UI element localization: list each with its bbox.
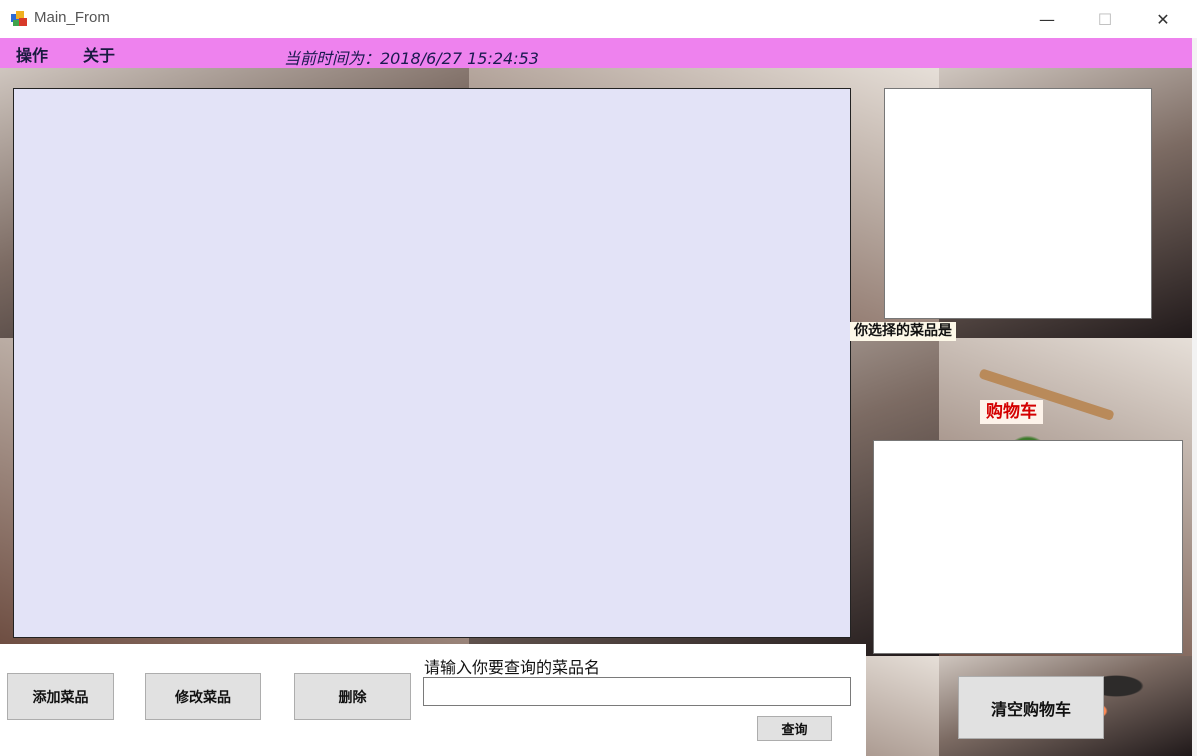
search-input[interactable] [423, 677, 851, 706]
menu-item-operate[interactable]: 操作 [16, 42, 48, 66]
app-window-icon [11, 11, 27, 26]
menu-bar: 操作 关于 当前时间为：2018/6/27 15:24:53 [0, 38, 1192, 68]
delete-dish-button[interactable]: 删除 [294, 673, 411, 720]
selected-dish-image-box [884, 88, 1152, 319]
edit-dish-button[interactable]: 修改菜品 [145, 673, 261, 720]
title-bar: Main_From — ☐ ✕ [0, 0, 1197, 38]
selected-dish-label: 你选择的菜品是 [850, 322, 956, 341]
minimize-icon: — [1039, 9, 1055, 29]
current-time-label: 当前时间为：2018/6/27 15:24:53 [284, 49, 539, 68]
maximize-button[interactable]: ☐ [1076, 0, 1134, 38]
minimize-button[interactable]: — [1018, 0, 1076, 38]
menu-item-about[interactable]: 关于 [83, 42, 115, 66]
search-prompt-label: 请输入你要查询的菜品名 [424, 658, 601, 677]
clear-cart-button[interactable]: 清空购物车 [958, 676, 1104, 739]
search-button[interactable]: 查询 [757, 716, 832, 741]
close-icon: ✕ [1156, 9, 1170, 29]
cart-list[interactable] [873, 440, 1183, 654]
cart-label: 购物车 [980, 400, 1043, 424]
dish-list-panel[interactable] [13, 88, 851, 638]
maximize-icon: ☐ [1097, 9, 1113, 29]
close-button[interactable]: ✕ [1134, 0, 1192, 38]
add-dish-button[interactable]: 添加菜品 [7, 673, 114, 720]
window-edge [1192, 38, 1197, 756]
window-title: Main_From [34, 9, 110, 26]
